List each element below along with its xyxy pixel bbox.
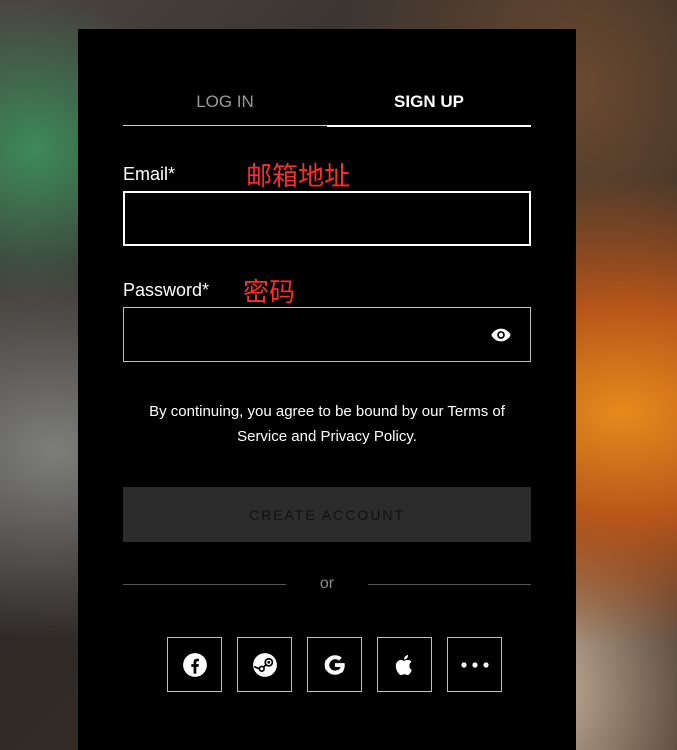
email-label: Email*: [123, 164, 176, 184]
password-label: Password*: [123, 280, 210, 300]
password-annotation: 密码: [243, 278, 296, 308]
password-field-container: [123, 307, 531, 362]
email-annotation: 邮箱地址: [246, 162, 351, 192]
terms-text: By continuing, you agree to be bound by …: [149, 403, 505, 445]
more-login-options-button[interactable]: [447, 637, 502, 692]
password-field[interactable]: [124, 308, 530, 361]
email-field-container: [123, 191, 531, 246]
tab-signup[interactable]: SIGN UP: [327, 91, 531, 127]
facebook-login-button[interactable]: [167, 637, 222, 692]
more-icon: [460, 661, 489, 668]
google-icon: [324, 654, 345, 675]
apple-login-button[interactable]: [377, 637, 432, 692]
divider-line-right: [368, 584, 531, 585]
auth-tabs: LOG IN SIGN UP: [123, 91, 531, 127]
divider-or: or: [319, 575, 335, 592]
auth-panel: LOG IN SIGN UP Email* 邮箱地址 Password* 密码 …: [78, 29, 576, 750]
divider-line-left: [123, 584, 286, 585]
apple-icon: [395, 654, 412, 675]
google-login-button[interactable]: [307, 637, 362, 692]
show-password-eye-icon[interactable]: [490, 324, 512, 346]
steam-login-button[interactable]: [237, 637, 292, 692]
create-account-button[interactable]: CREATE ACCOUNT: [123, 487, 531, 542]
steam-icon: [252, 652, 277, 677]
email-field[interactable]: [125, 193, 529, 244]
facebook-icon: [182, 652, 207, 677]
tab-login[interactable]: LOG IN: [123, 91, 327, 126]
